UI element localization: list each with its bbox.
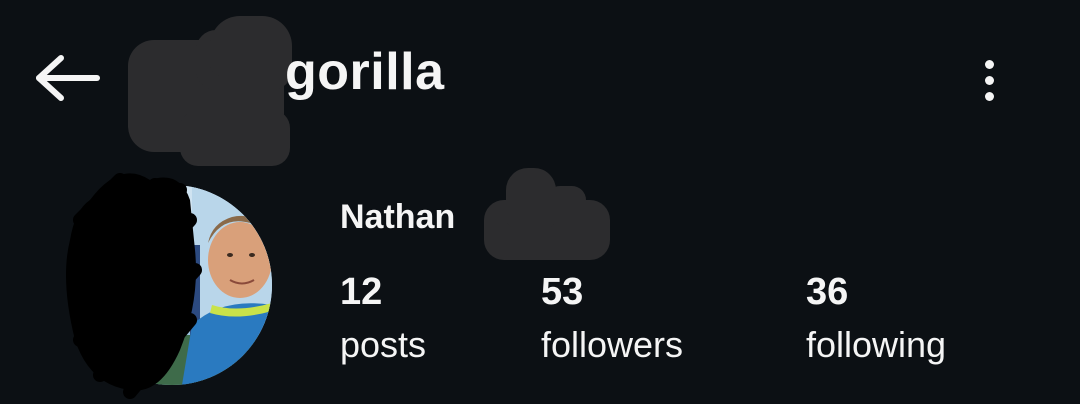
stat-followers[interactable]: 53 followers (541, 270, 683, 368)
profile-username: gorilla (285, 43, 445, 101)
redaction-mark (210, 16, 292, 76)
profile-header: gorilla (0, 0, 1080, 166)
arrow-left-icon (36, 55, 100, 101)
following-count: 36 (806, 271, 849, 313)
more-vertical-icon (984, 91, 994, 101)
followers-label: followers (541, 323, 684, 365)
more-vertical-icon (984, 59, 994, 69)
redaction-scribble (66, 173, 202, 399)
following-label: following (806, 323, 947, 365)
followers-count: 53 (541, 271, 584, 313)
stat-following[interactable]: 36 following (806, 270, 946, 368)
stat-posts[interactable]: 12 posts (340, 270, 426, 368)
redaction-mark (180, 110, 290, 166)
redaction-mark (546, 186, 586, 226)
posts-count: 12 (340, 271, 383, 313)
posts-label: posts (340, 323, 427, 365)
display-name: Nathan (340, 198, 456, 236)
back-button[interactable] (30, 48, 106, 108)
more-options-button[interactable] (962, 50, 1016, 110)
more-vertical-icon (984, 75, 994, 85)
